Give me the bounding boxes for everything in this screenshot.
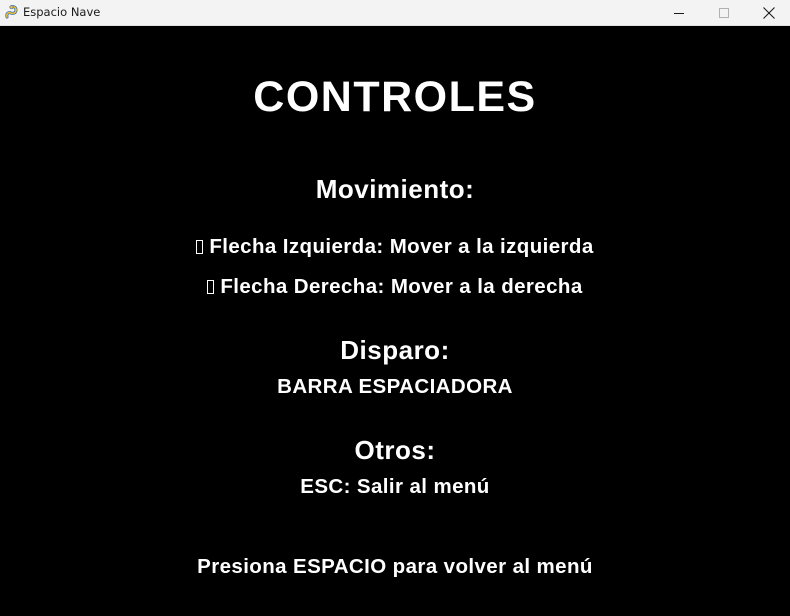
close-icon bbox=[763, 6, 775, 19]
maximize-icon bbox=[719, 7, 729, 18]
right-arrow-instruction: Flecha Derecha: Mover a la derecha bbox=[0, 275, 790, 298]
left-arrow-text: Flecha Izquierda: Mover a la izquierda bbox=[209, 235, 594, 258]
other-heading: Otros: bbox=[354, 435, 436, 465]
shoot-key-text: BARRA ESPACIADORA bbox=[277, 375, 513, 398]
missing-glyph-box-icon bbox=[207, 280, 215, 294]
game-canvas[interactable]: CONTROLES Movimiento: Flecha Izquierda: … bbox=[0, 26, 790, 616]
esc-instruction: ESC: Salir al menú bbox=[300, 475, 490, 498]
movement-heading: Movimiento: bbox=[315, 174, 475, 204]
return-prompt: Presiona ESPACIO para volver al menú bbox=[197, 555, 593, 578]
screen-title: CONTROLES bbox=[253, 73, 537, 121]
shoot-heading: Disparo: bbox=[340, 335, 450, 365]
maximize-button[interactable] bbox=[701, 0, 747, 25]
minimize-button[interactable] bbox=[656, 0, 702, 25]
minimize-icon bbox=[674, 8, 684, 18]
window-title: Espacio Nave bbox=[23, 5, 101, 19]
missing-glyph-box-icon bbox=[196, 240, 204, 254]
right-arrow-text: Flecha Derecha: Mover a la derecha bbox=[220, 275, 583, 298]
title-bar[interactable]: Espacio Nave bbox=[0, 0, 790, 26]
left-arrow-instruction: Flecha Izquierda: Mover a la izquierda bbox=[0, 235, 790, 258]
close-button[interactable] bbox=[746, 0, 790, 25]
pygame-snake-icon bbox=[4, 4, 20, 20]
game-window: Espacio Nave CONTROLES Movimiento: Flech bbox=[0, 0, 790, 616]
